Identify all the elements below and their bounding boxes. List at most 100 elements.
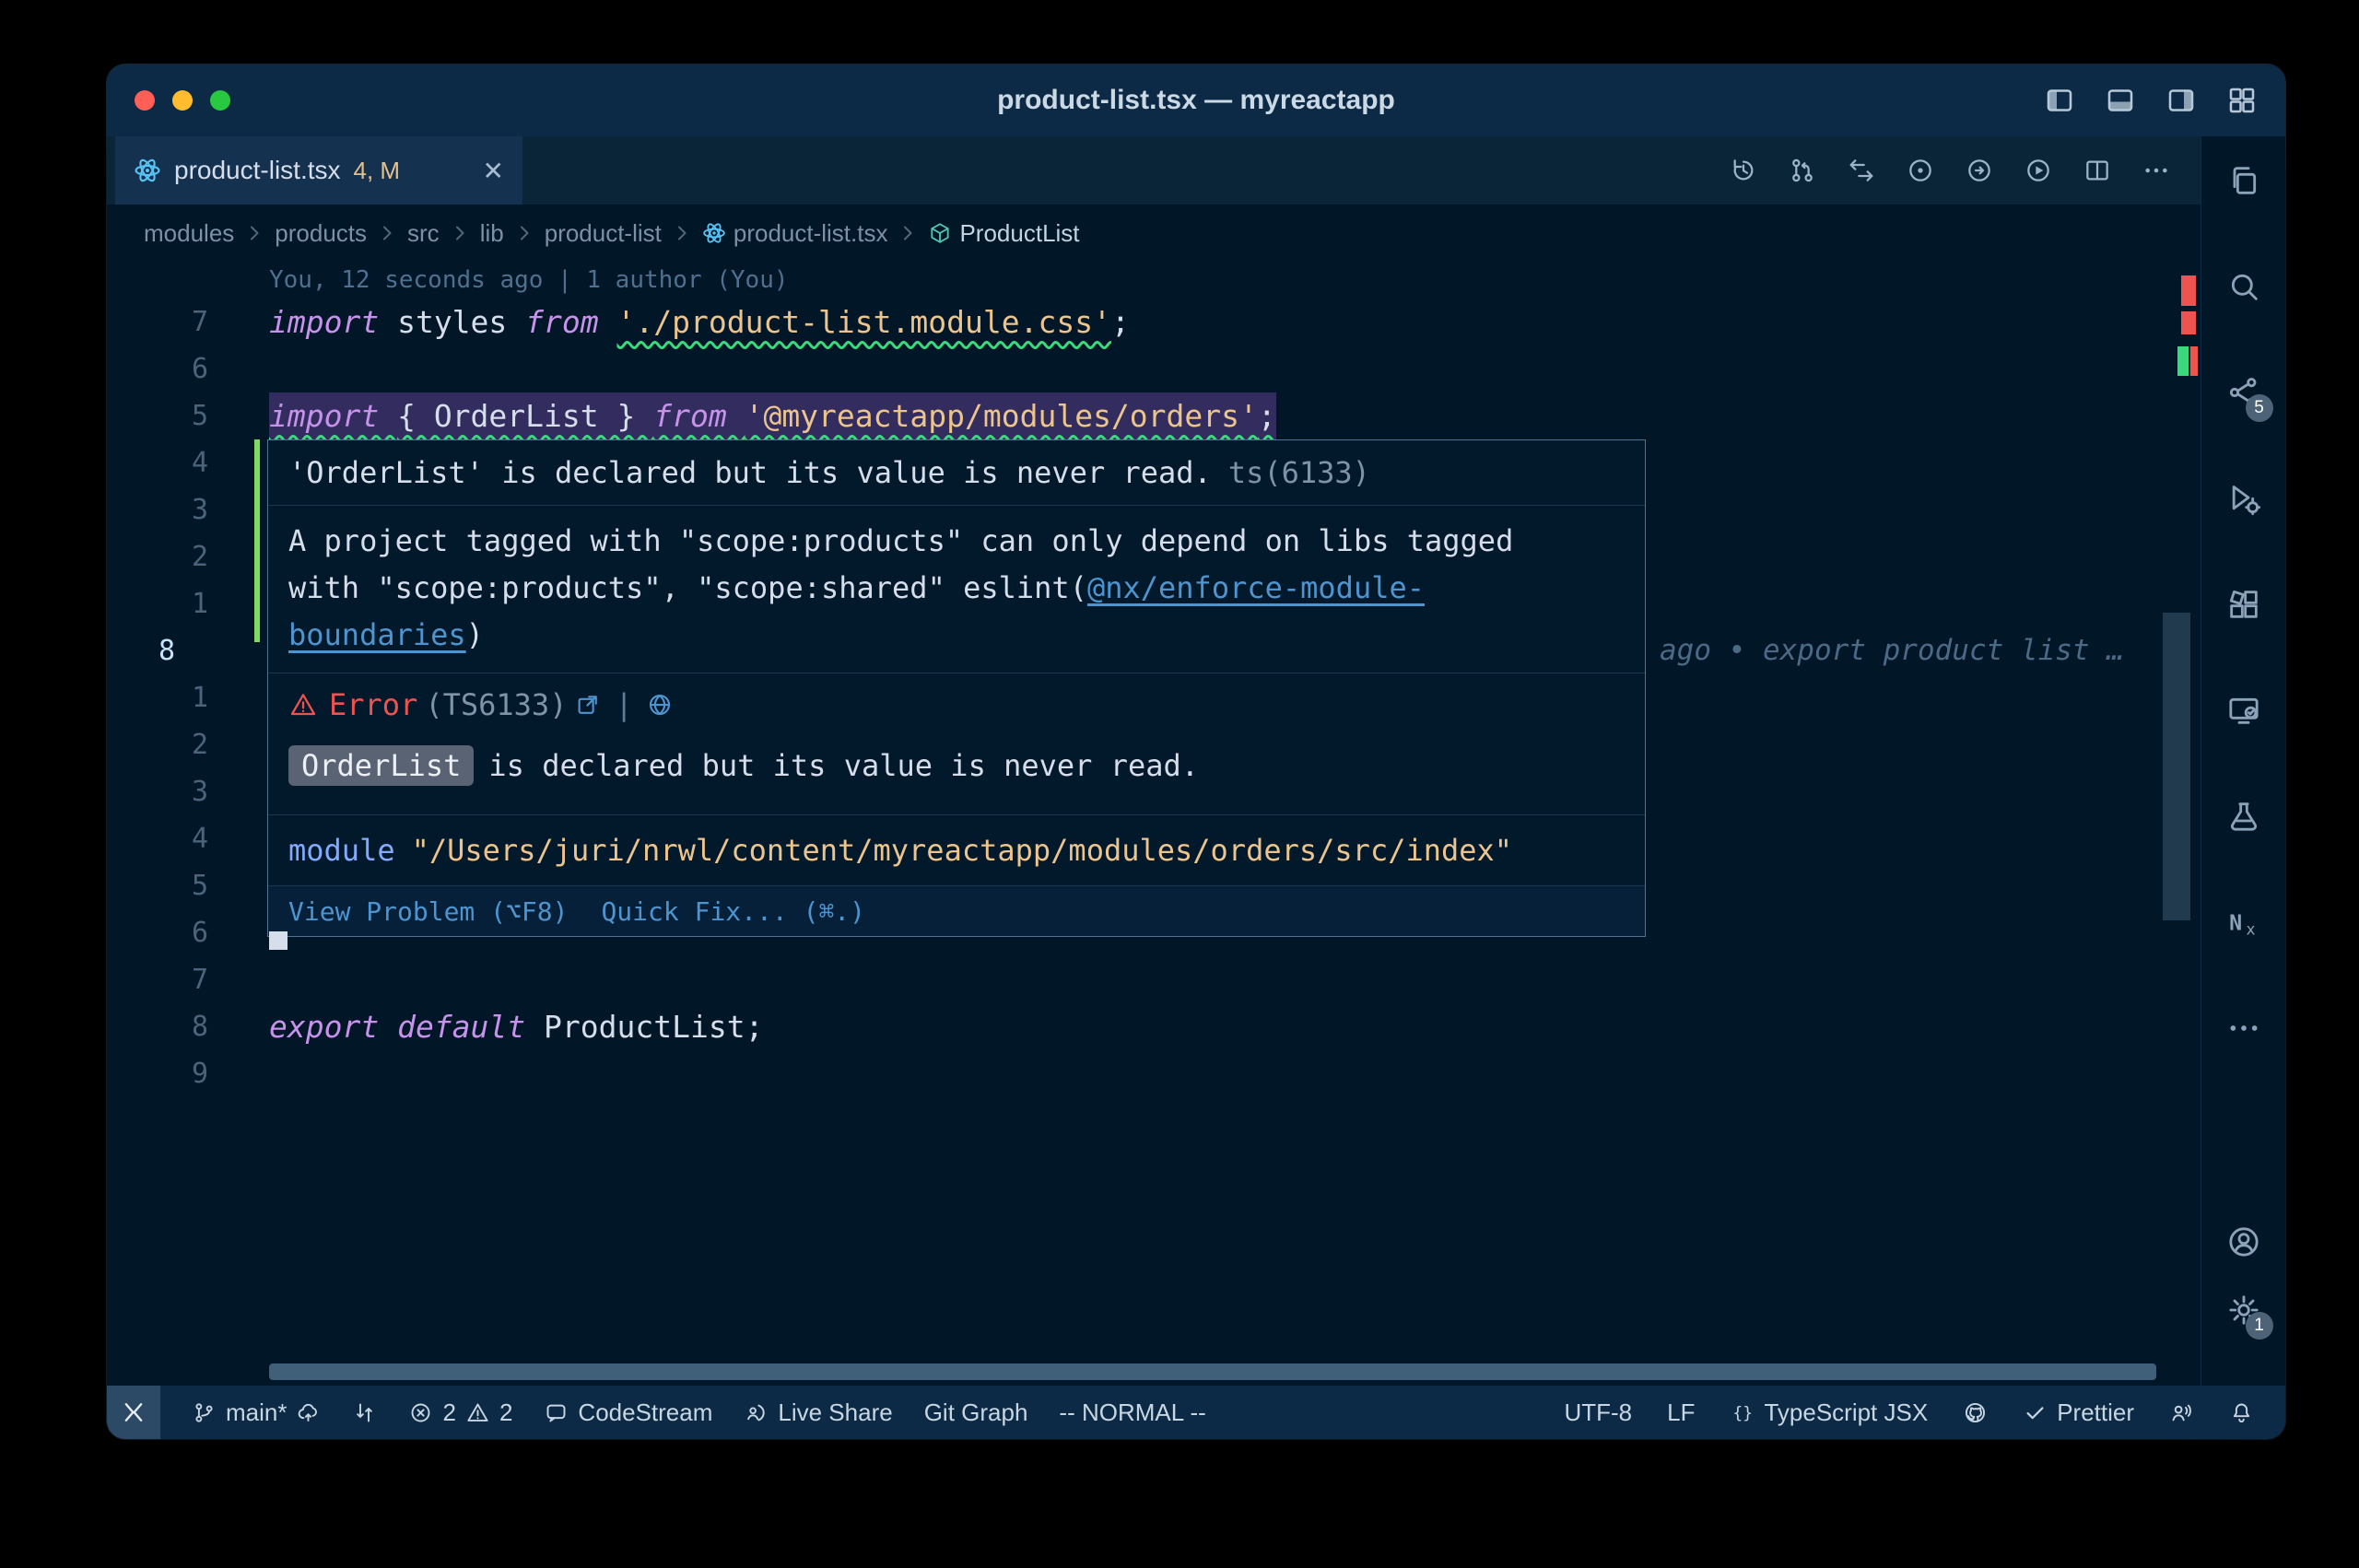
status-label: Live Share bbox=[778, 1398, 892, 1427]
code-text: import styles from './product-list.modul… bbox=[269, 298, 1130, 345]
status-feedback[interactable] bbox=[2169, 1400, 2194, 1425]
status-git-graph[interactable]: Git Graph bbox=[924, 1398, 1028, 1427]
line-number[interactable]: 1 bbox=[107, 588, 208, 620]
breadcrumb-item-product-list[interactable]: product-list bbox=[541, 219, 665, 248]
status-github[interactable] bbox=[1963, 1400, 1988, 1425]
scrollbar-horizontal[interactable] bbox=[269, 1363, 2156, 1380]
braces-icon: {} bbox=[1730, 1400, 1755, 1425]
status-label: UTF-8 bbox=[1564, 1398, 1632, 1427]
quick-fix-link[interactable]: Quick Fix... (⌘.) bbox=[601, 896, 865, 927]
play-circle-icon bbox=[2024, 156, 2053, 185]
line-number[interactable]: 7 bbox=[107, 964, 208, 996]
code-editor[interactable]: You, 12 seconds ago | 1 author (You) 7im… bbox=[107, 262, 2201, 1386]
line-number[interactable]: 3 bbox=[107, 494, 208, 526]
status-language[interactable]: {} TypeScript JSX bbox=[1730, 1398, 1928, 1427]
layout-bottom-button[interactable] bbox=[2099, 79, 2142, 122]
breadcrumb-item-src[interactable]: src bbox=[404, 219, 443, 248]
scrollbar-vertical[interactable] bbox=[2163, 613, 2190, 920]
extensions-icon bbox=[2225, 586, 2262, 623]
code-line[interactable]: 7 bbox=[107, 956, 2201, 1003]
line-number[interactable]: 1 bbox=[107, 682, 208, 714]
diagnostic-code: ts(6133) bbox=[1228, 454, 1370, 491]
line-number[interactable]: 8 bbox=[107, 635, 208, 667]
docs-globe-icon[interactable] bbox=[646, 691, 674, 719]
open-external-icon[interactable] bbox=[574, 691, 602, 719]
line-number[interactable]: 6 bbox=[107, 353, 208, 385]
activity-more[interactable] bbox=[2218, 1002, 2270, 1054]
history-button[interactable] bbox=[1723, 150, 1764, 191]
activity-run-gear[interactable] bbox=[2218, 473, 2270, 524]
error-row: Error (TS6133) | bbox=[288, 686, 1625, 723]
breadcrumb-item-modules[interactable]: modules bbox=[140, 219, 238, 248]
hover-resize-handle[interactable] bbox=[269, 931, 288, 950]
layout-left-button[interactable] bbox=[2038, 79, 2081, 122]
breadcrumb-item-products[interactable]: products bbox=[271, 219, 370, 248]
status-codestream[interactable]: CodeStream bbox=[544, 1398, 712, 1427]
activity-share-graph[interactable]: 5 bbox=[2218, 367, 2270, 418]
code-line[interactable]: 6 bbox=[107, 345, 2201, 392]
tab-modified-badge: 4, M bbox=[354, 157, 401, 185]
line-number[interactable]: 5 bbox=[107, 870, 208, 902]
status-remote-indicator[interactable] bbox=[107, 1386, 160, 1439]
line-number[interactable]: 2 bbox=[107, 729, 208, 761]
split-editor-button[interactable] bbox=[2077, 150, 2118, 191]
circle-arrow-button[interactable] bbox=[1959, 150, 2000, 191]
status-problems[interactable]: 22 bbox=[408, 1398, 512, 1427]
line-number[interactable]: 6 bbox=[107, 917, 208, 949]
status-label: TypeScript JSX bbox=[1764, 1398, 1928, 1427]
activity-extensions[interactable] bbox=[2218, 579, 2270, 630]
line-number[interactable]: 3 bbox=[107, 776, 208, 808]
hover-actions: View Problem (⌥F8) Quick Fix... (⌘.) bbox=[268, 886, 1645, 936]
status-vim-mode[interactable]: -- NORMAL -- bbox=[1059, 1398, 1205, 1427]
breadcrumb-item-product-list-tsx[interactable]: product-list.tsx bbox=[698, 219, 892, 248]
activity-nx[interactable]: Nx bbox=[2218, 896, 2270, 948]
layout-grid-button[interactable] bbox=[2221, 79, 2263, 122]
play-circle-button[interactable] bbox=[2018, 150, 2059, 191]
line-number[interactable]: 9 bbox=[107, 1058, 208, 1090]
activity-files[interactable] bbox=[2218, 155, 2270, 206]
circle-dot-button[interactable] bbox=[1900, 150, 1941, 191]
breadcrumb-item-lib[interactable]: lib bbox=[476, 219, 508, 248]
line-number[interactable]: 2 bbox=[107, 541, 208, 573]
line-number[interactable]: 8 bbox=[107, 1011, 208, 1043]
activity-beaker[interactable] bbox=[2218, 790, 2270, 842]
code-line[interactable]: 7 import styles from './product-list.modu… bbox=[107, 298, 2201, 345]
history-icon bbox=[1729, 156, 1758, 185]
status-encoding[interactable]: UTF-8 bbox=[1564, 1398, 1632, 1427]
swap-button[interactable] bbox=[1841, 150, 1882, 191]
line-number[interactable]: 7 bbox=[107, 306, 208, 338]
swap-icon bbox=[1847, 156, 1876, 185]
status-label: Prettier bbox=[2057, 1398, 2134, 1427]
status-live-share[interactable]: Live Share bbox=[744, 1398, 892, 1427]
status-prettier[interactable]: Prettier bbox=[2023, 1398, 2134, 1427]
line-number[interactable]: 5 bbox=[107, 400, 208, 432]
status-eol[interactable]: LF bbox=[1667, 1398, 1695, 1427]
line-number[interactable]: 4 bbox=[107, 447, 208, 479]
activity-search[interactable] bbox=[2218, 261, 2270, 312]
pull-request-button[interactable] bbox=[1782, 150, 1823, 191]
activity-account[interactable] bbox=[2218, 1216, 2270, 1268]
gutter-modified-bar bbox=[254, 439, 260, 642]
status-branch[interactable]: main* bbox=[192, 1398, 321, 1427]
tab-bar: product-list.tsx 4, M ✕ bbox=[107, 136, 2201, 205]
code-text: export default ProductList; bbox=[269, 1003, 763, 1050]
react-icon bbox=[702, 221, 726, 245]
status-compare[interactable] bbox=[352, 1400, 377, 1425]
overview-mark-error bbox=[2181, 275, 2196, 306]
breadcrumb-item-productlist[interactable]: ProductList bbox=[924, 219, 1083, 248]
code-line[interactable]: 8 export default ProductList; bbox=[107, 1003, 2201, 1050]
code-line[interactable]: 5import { OrderList } from '@myreactapp/… bbox=[107, 392, 2201, 439]
layout-right-button[interactable] bbox=[2160, 79, 2202, 122]
status-notifications[interactable] bbox=[2229, 1400, 2254, 1425]
activity-settings[interactable]: 1 bbox=[2218, 1284, 2270, 1336]
module-keyword: module bbox=[288, 833, 395, 868]
view-problem-link[interactable]: View Problem (⌥F8) bbox=[288, 896, 568, 927]
tab-close-button[interactable]: ✕ bbox=[483, 156, 504, 186]
chevron-right-icon bbox=[243, 222, 265, 244]
line-number[interactable]: 4 bbox=[107, 823, 208, 855]
tab-product-list[interactable]: product-list.tsx 4, M ✕ bbox=[115, 136, 522, 205]
more-button[interactable] bbox=[2136, 150, 2177, 191]
activity-badge: 1 bbox=[2246, 1312, 2273, 1340]
activity-remote-window[interactable] bbox=[2218, 685, 2270, 736]
code-line[interactable]: 9 bbox=[107, 1050, 2201, 1097]
